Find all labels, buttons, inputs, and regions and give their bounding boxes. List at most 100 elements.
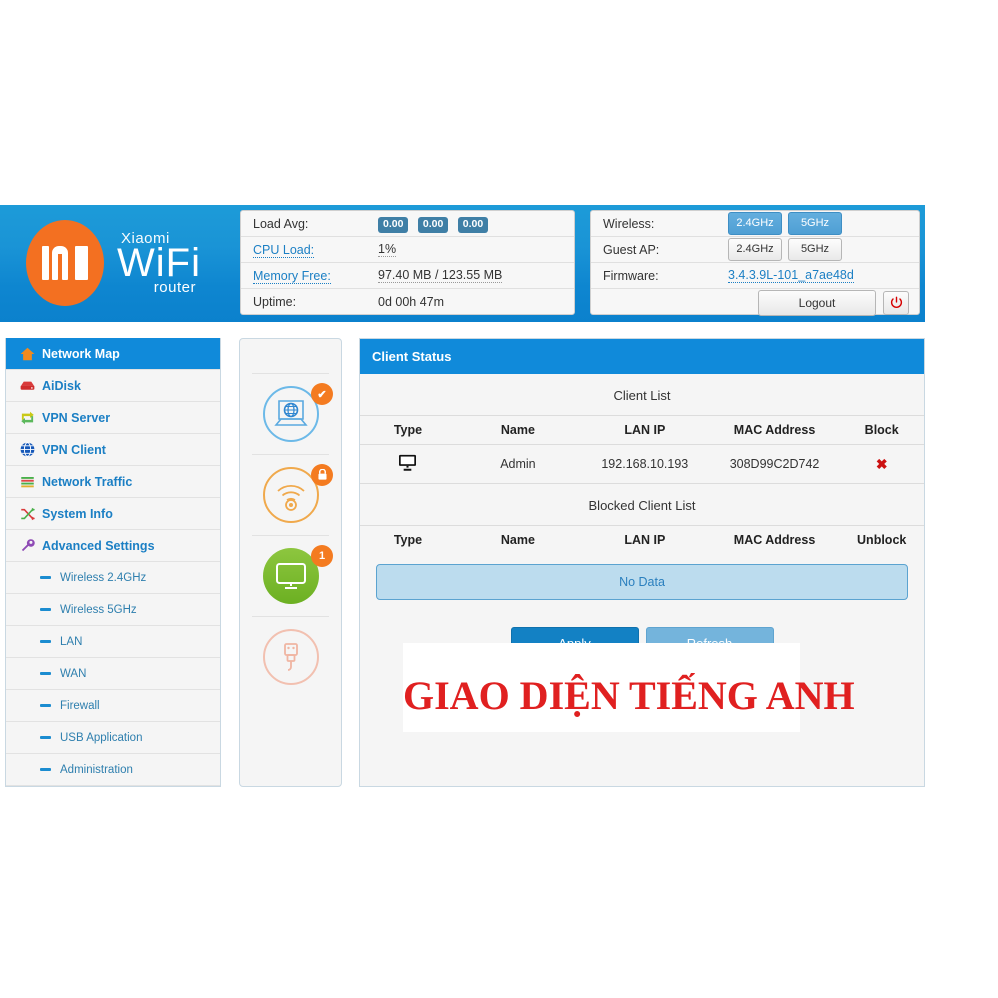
topology-item-clients[interactable]: 1: [240, 536, 341, 616]
cpu-load-label[interactable]: CPU Load:: [253, 242, 315, 258]
column-mac: MAC Address: [709, 525, 840, 554]
sidebar-label: System Info: [42, 506, 113, 521]
guest-ap-5-toggle[interactable]: 5GHz: [788, 238, 842, 261]
status-badge-secured: [311, 464, 333, 486]
load-avg-values: 0.00 0.00 0.00: [378, 214, 493, 233]
client-mac-cell[interactable]: 308D99C2D742: [709, 444, 840, 484]
firmware-version[interactable]: 3.4.3.9L-101_a7ae48d: [728, 268, 854, 283]
dash-icon: [40, 704, 51, 707]
cpu-load-row: CPU Load: 1%: [241, 237, 574, 263]
cpu-load-value: 1%: [378, 242, 397, 257]
logout-row: Logout: [591, 289, 919, 316]
status-badge-client-count: 1: [311, 545, 333, 567]
client-name-cell: Admin: [455, 444, 580, 484]
firmware-row: Firmware: 3.4.3.9L-101_a7ae48d: [591, 263, 919, 289]
wireless-5-toggle[interactable]: 5GHz: [788, 212, 842, 235]
sidebar-label: AiDisk: [42, 378, 81, 393]
sidebar-label: VPN Client: [42, 442, 106, 457]
brand-logo: Xiaomi WiFi router: [18, 213, 233, 313]
sidebar-sub-label: Wireless 2.4GHz: [60, 571, 147, 584]
table-header-row: Type Name LAN IP MAC Address Block: [360, 415, 924, 445]
sidebar-item-advanced-settings[interactable]: Advanced Settings: [6, 530, 220, 562]
brand-xiaomi: Xiaomi: [121, 230, 170, 247]
logout-button[interactable]: Logout: [758, 289, 876, 316]
sidebar-sub-label: Wireless 5GHz: [60, 603, 137, 616]
brand-wifi: WiFi: [117, 241, 201, 285]
sidebar-label: Network Traffic: [42, 474, 133, 489]
wireless-24-toggle[interactable]: 2.4GHz: [728, 212, 782, 235]
load-avg-badge: 0.00: [457, 217, 489, 233]
column-lan-ip: LAN IP: [579, 415, 710, 445]
memory-free-value: 97.40 MB / 123.55 MB: [378, 268, 503, 283]
load-avg-row: Load Avg: 0.00 0.00 0.00: [241, 211, 574, 237]
disk-icon: [20, 379, 42, 393]
sidebar-sub-label: Administration: [60, 763, 133, 776]
globe-icon: [20, 442, 42, 457]
memory-free-label[interactable]: Memory Free:: [253, 268, 331, 284]
shuffle-icon: [20, 507, 42, 521]
topology-item-wireless[interactable]: [240, 455, 341, 535]
column-type: Type: [360, 525, 456, 554]
sidebar-item-network-traffic[interactable]: Network Traffic: [6, 466, 220, 498]
column-block: Block: [839, 415, 924, 445]
column-lan-ip: LAN IP: [579, 525, 710, 554]
power-icon[interactable]: [883, 290, 909, 315]
client-block-cell[interactable]: ✖: [839, 444, 924, 484]
dash-icon: [40, 768, 51, 771]
sidebar-item-administration[interactable]: Administration: [6, 754, 220, 786]
system-status-card: Load Avg: 0.00 0.00 0.00 CPU Load: 1% Me…: [240, 210, 575, 315]
sidebar-label: Advanced Settings: [42, 538, 155, 553]
dash-icon: [40, 672, 51, 675]
block-icon[interactable]: ✖: [876, 456, 888, 472]
sidebar-item-network-map[interactable]: Network Map: [6, 338, 220, 370]
guest-ap-label: Guest AP:: [603, 242, 660, 257]
topology-item-internet[interactable]: ✔: [240, 374, 341, 454]
sidebar-item-vpn-client[interactable]: VPN Client: [6, 434, 220, 466]
overlay-caption: GIAO DIỆN TIẾNG ANH: [403, 673, 855, 718]
sidebar-sub-label: LAN: [60, 635, 83, 648]
vpn-server-icon: [20, 411, 42, 425]
network-topology-column: ✔ 1: [239, 338, 342, 787]
blocked-list-title: Blocked Client List: [588, 498, 696, 513]
sidebar-item-wireless-24ghz[interactable]: Wireless 2.4GHz: [6, 562, 220, 594]
wrench-icon: [20, 538, 42, 553]
table-row: Admin 192.168.10.193 308D99C2D742 ✖: [360, 444, 924, 484]
column-type: Type: [360, 415, 456, 445]
dash-icon: [40, 736, 51, 739]
uptime-row: Uptime: 0d 00h 47m: [241, 289, 574, 315]
sidebar-item-usb-application[interactable]: USB Application: [6, 722, 220, 754]
column-mac: MAC Address: [709, 415, 840, 445]
client-type-cell: [360, 444, 456, 484]
dash-icon: [40, 608, 51, 611]
memory-free-row: Memory Free: 97.40 MB / 123.55 MB: [241, 263, 574, 289]
dash-icon: [40, 640, 51, 643]
usb-device-icon: [262, 629, 319, 685]
load-avg-badge: 0.00: [378, 217, 409, 233]
sidebar-item-vpn-server[interactable]: VPN Server: [6, 402, 220, 434]
topology-item-usb[interactable]: [240, 617, 341, 697]
sidebar-item-firewall[interactable]: Firewall: [6, 690, 220, 722]
wireless-label: Wireless:: [603, 216, 655, 231]
uptime-label: Uptime:: [253, 295, 297, 309]
client-lan-ip-cell: 192.168.10.193: [579, 444, 710, 484]
blocked-client-list-table: Type Name LAN IP MAC Address Unblock: [360, 525, 924, 554]
wireless-row: Wireless: 2.4GHz 5GHz: [591, 211, 919, 237]
sidebar-label: Network Map: [42, 346, 120, 361]
sidebar-label: VPN Server: [42, 410, 111, 425]
sidebar-item-wireless-5ghz[interactable]: Wireless 5GHz: [6, 594, 220, 626]
load-avg-label: Load Avg:: [253, 216, 309, 231]
status-badge-connected: ✔: [311, 383, 333, 405]
sidebar-sub-label: USB Application: [60, 731, 143, 744]
firmware-label: Firmware:: [603, 268, 659, 283]
traffic-bars-icon: [20, 475, 42, 489]
guest-ap-24-toggle[interactable]: 2.4GHz: [728, 238, 782, 261]
wireless-status-card: Wireless: 2.4GHz 5GHz Guest AP: 2.4GHz 5…: [590, 210, 920, 316]
sidebar-item-aidisk[interactable]: AiDisk: [6, 370, 220, 402]
client-list-table: Type Name LAN IP MAC Address Block Admin…: [360, 415, 924, 484]
sidebar-nav: Network Map AiDisk VPN Server VPN Client…: [5, 338, 221, 787]
monitor-icon: [399, 454, 417, 471]
sidebar-sub-label: Firewall: [60, 699, 100, 712]
sidebar-item-system-info[interactable]: System Info: [6, 498, 220, 530]
sidebar-item-lan[interactable]: LAN: [6, 626, 220, 658]
sidebar-item-wan[interactable]: WAN: [6, 658, 220, 690]
